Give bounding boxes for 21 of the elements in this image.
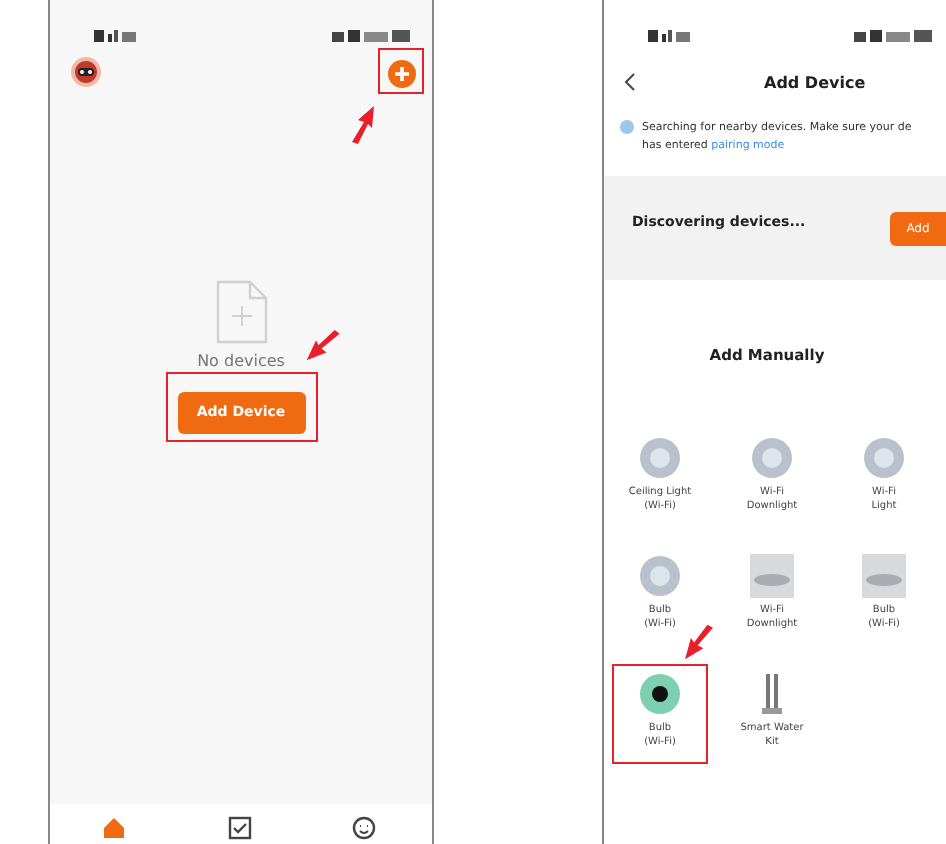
back-icon bbox=[624, 72, 636, 92]
signal-icon bbox=[94, 28, 138, 44]
device-photo bbox=[638, 554, 682, 598]
empty-state-text: No devices bbox=[197, 352, 285, 370]
face-icon[interactable] bbox=[352, 816, 376, 840]
home-icon[interactable] bbox=[102, 816, 126, 840]
device-photo bbox=[862, 436, 906, 480]
device-photo bbox=[638, 672, 682, 716]
checkbox-icon[interactable] bbox=[227, 816, 251, 840]
device-photo bbox=[862, 554, 906, 598]
screen-title: Add Device bbox=[764, 73, 866, 91]
info-dot-icon bbox=[620, 120, 634, 134]
file-icon bbox=[215, 280, 267, 344]
device-photo bbox=[750, 436, 794, 480]
device-photo bbox=[638, 436, 682, 480]
robot-avatar-icon bbox=[70, 56, 102, 88]
status-icons bbox=[854, 28, 934, 44]
device-photo bbox=[750, 554, 794, 598]
status-icons bbox=[332, 28, 412, 44]
signal-icon bbox=[648, 28, 692, 44]
add-icon bbox=[388, 60, 416, 88]
